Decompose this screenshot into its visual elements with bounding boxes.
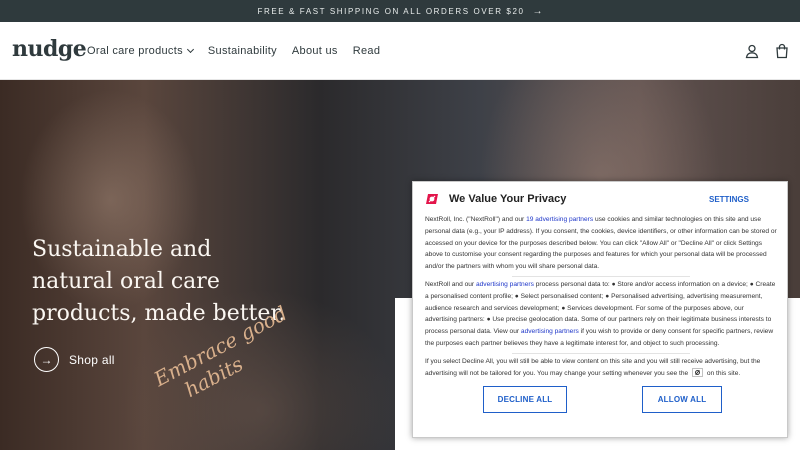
consent-text: NextRoll and our <box>425 280 476 288</box>
main-nav: Oral care products Sustainability About … <box>87 22 380 80</box>
nextroll-logo-icon <box>426 194 438 204</box>
nav-label: Oral care products <box>87 45 183 57</box>
advertising-partners-link[interactable]: advertising partners <box>476 281 534 288</box>
nextroll-settings-icon[interactable] <box>692 367 703 377</box>
nav-label: Read <box>352 45 381 57</box>
header-actions <box>744 22 790 80</box>
shop-all-label: Shop all <box>69 352 115 367</box>
arrow-right-icon: → <box>34 347 59 372</box>
consent-text: NextRoll, Inc. ("NextRoll") and our <box>425 216 527 223</box>
consent-title: We Value Your Privacy <box>449 193 567 205</box>
nav-about-us[interactable]: About us <box>292 45 338 57</box>
shop-all-link[interactable]: → Shop all <box>34 347 115 372</box>
nav-read[interactable]: Read <box>353 45 381 57</box>
consent-paragraph: NextRoll, Inc. ("NextRoll") and our 19 a… <box>425 214 777 273</box>
consent-header: We Value Your Privacy SETTINGS <box>425 190 777 208</box>
announcement-bar[interactable]: FREE & FAST SHIPPING ON ALL ORDERS OVER … <box>0 0 800 22</box>
divider <box>512 275 690 277</box>
consent-paragraph: If you select Decline All, you will stil… <box>425 356 777 380</box>
consent-buttons: DECLINE ALL ALLOW ALL <box>425 386 777 414</box>
nudge-logo[interactable]: nudge <box>12 36 87 62</box>
site-header: nudge Oral care products Sustainability … <box>0 22 800 80</box>
user-icon[interactable] <box>744 43 760 59</box>
divider <box>512 352 690 354</box>
announcement-text: FREE & FAST SHIPPING ON ALL ORDERS OVER … <box>257 6 525 16</box>
advertising-partners-link[interactable]: advertising partners <box>521 328 579 335</box>
arrow-right-icon: → <box>532 5 543 17</box>
consent-settings-link[interactable]: SETTINGS <box>709 195 749 204</box>
allow-all-button[interactable]: ALLOW ALL <box>642 386 722 414</box>
privacy-consent-dialog: We Value Your Privacy SETTINGS NextRoll,… <box>412 181 788 438</box>
bag-icon[interactable] <box>774 43 790 59</box>
chevron-down-icon <box>186 45 194 54</box>
nav-sustainability[interactable]: Sustainability <box>208 45 277 57</box>
consent-paragraph: NextRoll and our advertising partners pr… <box>425 279 777 350</box>
consent-text: use cookies and similar technologies on … <box>425 216 777 271</box>
nav-oral-care-products[interactable]: Oral care products <box>87 45 194 57</box>
advertising-partners-link[interactable]: 19 advertising partners <box>526 216 593 223</box>
nav-label: About us <box>291 45 338 57</box>
consent-text: on this site. <box>705 369 741 377</box>
decline-all-button[interactable]: DECLINE ALL <box>483 386 567 414</box>
nav-label: Sustainability <box>207 45 277 57</box>
